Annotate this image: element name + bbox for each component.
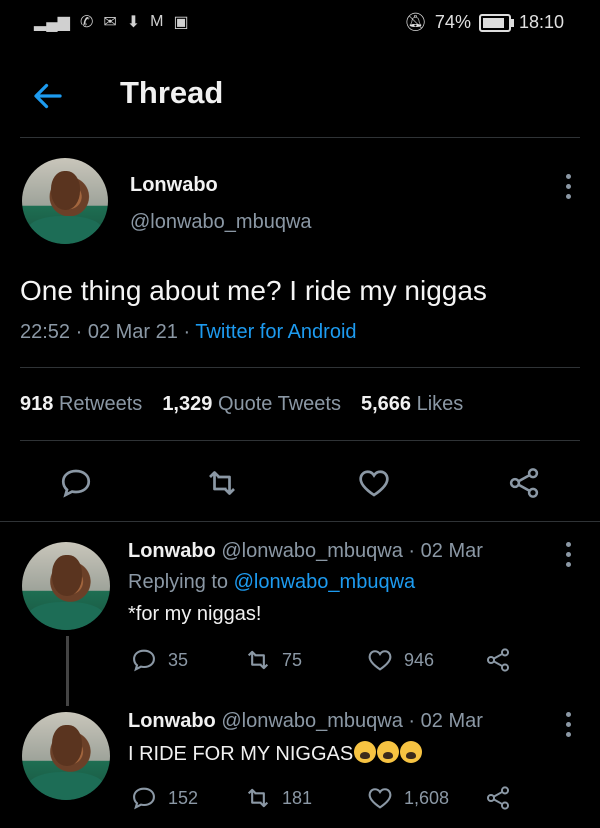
gmail-icon: M [150, 13, 164, 30]
share-icon[interactable] [484, 784, 512, 812]
retweet-icon[interactable] [244, 784, 272, 812]
retweet-count: 181 [282, 787, 313, 808]
replying-to: Replying to @lonwabo_mbuqwa [128, 571, 416, 593]
tweet-time: 22:52 [20, 321, 71, 343]
status-icons-right: 🔕︎ 74% 18:10 [404, 12, 564, 33]
share-icon[interactable] [506, 465, 542, 501]
more-options-icon[interactable] [564, 174, 572, 204]
like-icon[interactable] [366, 784, 394, 812]
reply-retweet-action[interactable]: 75 [244, 646, 302, 674]
reply-more-icon[interactable] [564, 712, 572, 742]
app-header: Thread [0, 60, 600, 136]
reply-text-wrap: I RIDE FOR MY NIGGAS [128, 741, 423, 766]
reply-count: 35 [168, 649, 189, 670]
retweet-icon[interactable] [204, 465, 240, 501]
notification-icon: ▣ [173, 14, 189, 31]
reply-date: 02 Mar [420, 540, 483, 562]
actions-divider [0, 521, 600, 522]
crying-emoji-icon [354, 741, 377, 763]
crying-emoji-icon [400, 741, 423, 763]
meta-divider [20, 367, 580, 368]
signal-icon: ▂▄▆ [34, 14, 70, 31]
reply-retweet-action[interactable]: 181 [244, 784, 312, 812]
page-title: Thread [120, 75, 224, 110]
author-name[interactable]: Lonwabo [130, 174, 218, 197]
thread-connector [66, 636, 69, 706]
reply-like-action[interactable]: 946 [366, 646, 434, 674]
tweet-meta: 22:52 · 02 Mar 21 · Twitter for Android [20, 321, 357, 343]
phone-icon: ✆ [79, 14, 94, 31]
replying-to-handle[interactable]: @lonwabo_mbuqwa [234, 571, 416, 593]
reply-icon[interactable] [58, 465, 94, 501]
reply-reply-action[interactable]: 35 [130, 646, 188, 674]
retweet-icon[interactable] [244, 646, 272, 674]
clock: 18:10 [518, 12, 564, 32]
reply-more-icon[interactable] [564, 542, 572, 572]
download-icon: ⬇ [126, 14, 141, 31]
reply-avatar[interactable] [22, 712, 110, 800]
avatar[interactable] [22, 158, 108, 244]
tweet-source[interactable]: Twitter for Android [195, 321, 356, 343]
header-divider [20, 137, 580, 138]
status-bar: ▂▄▆ ✆ ✉ ⬇ M ▣ 🔕︎ 74% 18:10 [0, 0, 600, 46]
reply-avatar[interactable] [22, 542, 110, 630]
reply-author-handle[interactable]: @lonwabo_mbuqwa [221, 710, 403, 732]
back-arrow-icon[interactable] [30, 78, 66, 114]
reply-icon[interactable] [130, 784, 158, 812]
like-icon[interactable] [366, 646, 394, 674]
likes-stat[interactable]: 5,666 Likes [361, 393, 463, 416]
status-icons-left: ▂▄▆ ✆ ✉ ⬇ M ▣ [34, 12, 189, 32]
like-icon[interactable] [356, 465, 392, 501]
retweets-stat[interactable]: 918 Retweets [20, 393, 142, 416]
tweet-date: 02 Mar 21 [87, 321, 178, 343]
reply-header: Lonwabo @lonwabo_mbuqwa · 02 Mar [128, 710, 483, 732]
reply-author-name[interactable]: Lonwabo [128, 710, 216, 732]
reply-date: 02 Mar [420, 710, 483, 732]
reply-text: *for my niggas! [128, 603, 262, 625]
mail-icon: ✉ [103, 14, 117, 31]
share-icon[interactable] [484, 646, 512, 674]
battery-percent: 74% [434, 12, 471, 32]
reply-text: I RIDE FOR MY NIGGAS [128, 743, 354, 765]
stats-divider [20, 440, 580, 441]
like-count: 1,608 [404, 787, 450, 808]
tweet-text: One thing about me? I ride my niggas [20, 275, 487, 306]
reply-count: 152 [168, 787, 199, 808]
retweet-count: 75 [282, 649, 303, 670]
reply-icon[interactable] [130, 646, 158, 674]
crying-emoji-icon [377, 741, 400, 763]
quotes-stat[interactable]: 1,329 Quote Tweets [162, 393, 341, 416]
like-count: 946 [404, 649, 435, 670]
tweet-stats: 918 Retweets 1,329 Quote Tweets 5,666 Li… [20, 393, 463, 416]
reply-header: Lonwabo @lonwabo_mbuqwa · 02 Mar [128, 540, 483, 562]
reply-author-handle[interactable]: @lonwabo_mbuqwa [221, 540, 403, 562]
author-handle[interactable]: @lonwabo_mbuqwa [130, 211, 312, 234]
reply-author-name[interactable]: Lonwabo [128, 540, 216, 562]
reply-like-action[interactable]: 1,608 [366, 784, 449, 812]
battery-icon [478, 13, 514, 32]
mute-icon: 🔕︎ [404, 12, 427, 32]
reply-reply-action[interactable]: 152 [130, 784, 198, 812]
